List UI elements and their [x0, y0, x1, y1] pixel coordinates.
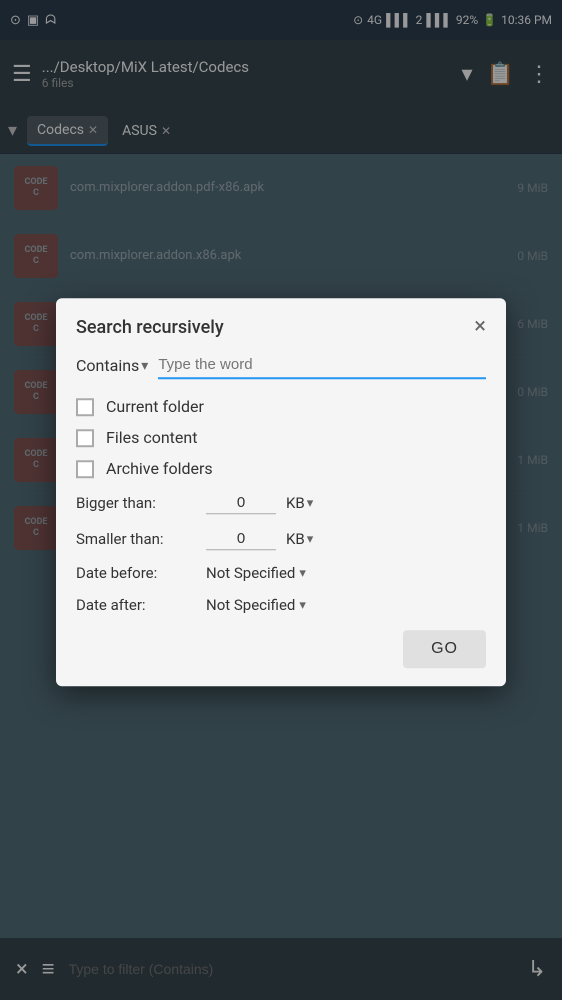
contains-label: Contains — [76, 356, 139, 375]
archive-folders-checkbox[interactable] — [76, 460, 94, 478]
date-before-row: Date before: Not Specified ▾ — [76, 564, 486, 582]
date-before-dropdown[interactable]: Not Specified ▾ — [206, 564, 306, 582]
smaller-than-input[interactable] — [206, 528, 276, 550]
date-after-arrow-icon: ▾ — [299, 598, 306, 613]
checkbox-files-content[interactable]: Files content — [76, 428, 486, 447]
date-before-value: Not Specified — [206, 564, 295, 582]
dialog-footer: GO — [56, 614, 506, 672]
search-input[interactable] — [158, 352, 486, 379]
dialog-body: Contains ▾ Current folder Files content … — [56, 352, 506, 614]
checkbox-archive-folders[interactable]: Archive folders — [76, 459, 486, 478]
current-folder-checkbox[interactable] — [76, 398, 94, 416]
smaller-than-unit[interactable]: KB ▾ — [286, 530, 313, 548]
files-content-checkbox[interactable] — [76, 429, 94, 447]
date-after-label: Date after: — [76, 596, 196, 614]
smaller-than-label: Smaller than: — [76, 530, 196, 548]
smaller-than-unit-label: KB — [286, 530, 305, 548]
bigger-than-unit-arrow-icon: ▾ — [307, 496, 314, 511]
contains-dropdown[interactable]: Contains ▾ — [76, 356, 148, 375]
bigger-than-input[interactable] — [206, 492, 276, 514]
smaller-than-row: Smaller than: KB ▾ — [76, 528, 486, 550]
bigger-than-row: Bigger than: KB ▾ — [76, 492, 486, 514]
date-after-dropdown[interactable]: Not Specified ▾ — [206, 596, 306, 614]
smaller-than-unit-arrow-icon: ▾ — [307, 532, 314, 547]
archive-folders-label: Archive folders — [106, 459, 213, 478]
files-content-label: Files content — [106, 428, 197, 447]
search-dialog: Search recursively × Contains ▾ Current … — [56, 298, 506, 686]
dialog-title: Search recursively — [76, 317, 224, 338]
date-after-value: Not Specified — [206, 596, 295, 614]
dialog-close-button[interactable]: × — [474, 316, 486, 338]
contains-row: Contains ▾ — [76, 352, 486, 379]
current-folder-label: Current folder — [106, 397, 204, 416]
go-button[interactable]: GO — [403, 630, 486, 668]
bigger-than-unit-label: KB — [286, 494, 305, 512]
bigger-than-unit[interactable]: KB ▾ — [286, 494, 313, 512]
date-after-row: Date after: Not Specified ▾ — [76, 596, 486, 614]
date-before-arrow-icon: ▾ — [299, 566, 306, 581]
date-before-label: Date before: — [76, 564, 196, 582]
dialog-header: Search recursively × — [56, 298, 506, 352]
bigger-than-label: Bigger than: — [76, 494, 196, 512]
checkbox-current-folder[interactable]: Current folder — [76, 397, 486, 416]
contains-dropdown-arrow-icon: ▾ — [141, 358, 148, 374]
